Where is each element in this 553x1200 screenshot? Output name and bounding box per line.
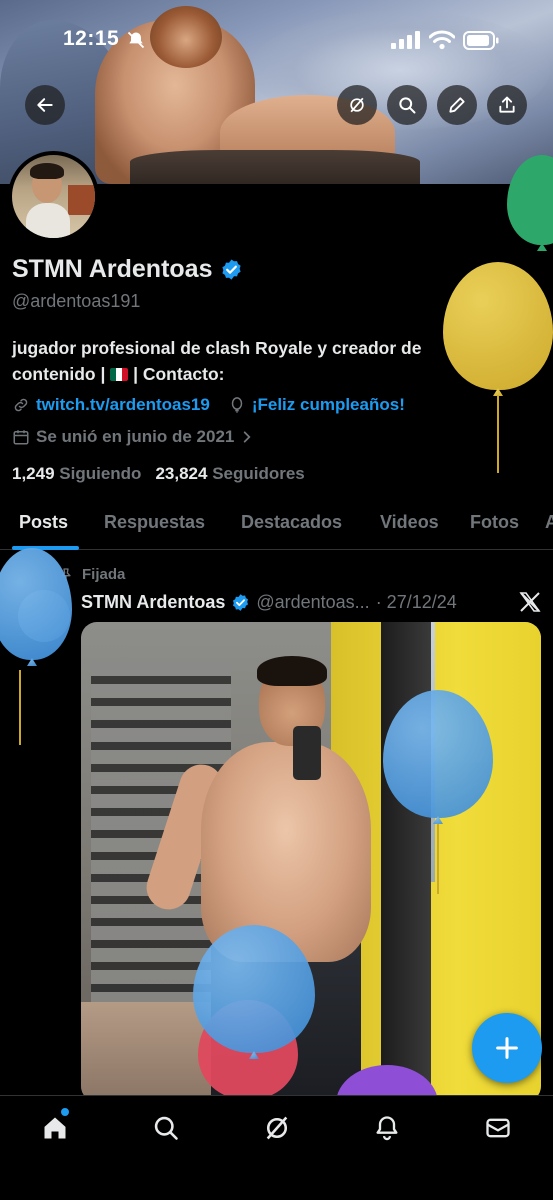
following-count: 1,249 xyxy=(12,464,55,483)
link-icon xyxy=(14,398,28,412)
mexico-flag-icon xyxy=(110,368,129,381)
mail-icon xyxy=(486,1118,510,1138)
back-button[interactable] xyxy=(25,85,65,125)
nav-grok[interactable] xyxy=(262,1113,292,1143)
status-time: 12:15 xyxy=(63,27,120,50)
followers-count: 23,824 xyxy=(155,464,208,483)
compose-button[interactable] xyxy=(472,1013,542,1083)
profile-link[interactable]: twitch.tv/ardentoas19 xyxy=(36,395,210,415)
pinned-indicator: Fijada xyxy=(58,566,125,583)
bottom-navigation xyxy=(0,1095,553,1200)
bell-muted-icon xyxy=(127,31,145,49)
share-icon xyxy=(499,96,515,113)
avatar-hair xyxy=(30,163,64,179)
verified-badge-icon[interactable] xyxy=(220,258,243,281)
tab-destacados[interactable]: Destacados xyxy=(241,512,342,533)
profile-bio: jugador profesional de clash Royale y cr… xyxy=(12,335,492,387)
profile-avatar[interactable] xyxy=(8,151,99,242)
balloon-blue-bottom xyxy=(193,925,315,1053)
balloon-blue-center xyxy=(383,690,493,818)
following-label: Siguiendo xyxy=(59,464,142,483)
followers-label: Seguidores xyxy=(212,464,305,483)
follow-counts: 1,249 Siguiendo 23,824 Seguidores xyxy=(12,464,305,484)
post-image[interactable] xyxy=(81,622,541,1102)
calendar-icon xyxy=(13,430,29,445)
post-date[interactable]: · 27/12/24 xyxy=(376,592,457,613)
image-person-torso xyxy=(201,742,371,962)
home-icon xyxy=(44,1117,66,1139)
balloon-blue-center-string xyxy=(437,824,439,894)
image-phone xyxy=(293,726,321,780)
wifi-icon xyxy=(429,30,455,50)
post-author-handle[interactable]: @ardentoas... xyxy=(256,592,369,613)
home-notification-dot xyxy=(61,1108,69,1116)
banner-rock xyxy=(130,150,420,184)
balloon-blue-left-string xyxy=(19,670,21,745)
joined-row[interactable]: Se unió en junio de 2021 xyxy=(12,427,254,447)
image-person-hair xyxy=(257,656,327,686)
nav-home[interactable] xyxy=(40,1113,70,1143)
balloon-icon xyxy=(231,397,243,413)
balloon-blue-left xyxy=(0,548,72,660)
profile-meta-row: twitch.tv/ardentoas19 ¡Feliz cumpleaños! xyxy=(12,395,405,415)
edit-button[interactable] xyxy=(437,85,477,125)
search-icon xyxy=(399,97,416,114)
nav-messages[interactable] xyxy=(483,1113,513,1143)
search-button[interactable] xyxy=(387,85,427,125)
chevron-right-icon xyxy=(244,431,251,443)
arrow-left-icon xyxy=(37,98,53,112)
avatar-background-shelf xyxy=(68,185,95,215)
bio-line-2-end: | Contacto: xyxy=(128,364,225,384)
birthday-text[interactable]: ¡Feliz cumpleaños! xyxy=(252,395,405,415)
profile-name: STMN Ardentoas xyxy=(12,255,213,283)
bio-line-2: contenido | | Contacto: xyxy=(12,361,492,387)
pinned-label: Fijada xyxy=(82,566,126,583)
nav-notifications[interactable] xyxy=(372,1113,402,1143)
tab-more-partial[interactable]: A xyxy=(545,512,553,533)
post-author-name[interactable]: STMN Ardentoas xyxy=(81,592,225,613)
bell-icon xyxy=(376,1116,398,1141)
profile-name-row: STMN Ardentoas xyxy=(12,255,243,284)
profile-handle: @ardentoas191 xyxy=(12,291,141,311)
grok-icon xyxy=(266,1116,288,1140)
tab-respuestas[interactable]: Respuestas xyxy=(104,512,205,533)
avatar-shirt xyxy=(26,203,70,238)
tab-posts[interactable]: Posts xyxy=(19,512,68,533)
balloon-yellow xyxy=(443,262,553,390)
cellular-signal-icon xyxy=(391,31,420,49)
grok-icon xyxy=(350,97,364,113)
tab-fotos[interactable]: Fotos xyxy=(470,512,519,533)
tab-videos[interactable]: Videos xyxy=(380,512,439,533)
balloon-yellow-string xyxy=(497,395,499,473)
profile-tabs: Posts Respuestas Destacados Videos Fotos… xyxy=(0,500,553,550)
followers-link[interactable]: 23,824 Seguidores xyxy=(155,464,304,484)
nav-search[interactable] xyxy=(151,1113,181,1143)
joined-text: Se unió en junio de 2021 xyxy=(36,427,235,446)
share-button[interactable] xyxy=(487,85,527,125)
pencil-icon xyxy=(449,97,465,113)
grok-button[interactable] xyxy=(337,85,377,125)
verified-badge-icon xyxy=(233,594,249,611)
search-icon xyxy=(154,1116,178,1140)
bio-line-2-start: contenido | xyxy=(12,364,111,384)
following-link[interactable]: 1,249 Siguiendo xyxy=(12,464,141,484)
x-logo-icon[interactable] xyxy=(518,590,542,614)
bio-line-1: jugador profesional de clash Royale y cr… xyxy=(12,338,422,358)
status-bar: 12:15 xyxy=(0,27,553,57)
plus-icon xyxy=(496,1037,518,1059)
battery-icon xyxy=(463,31,499,50)
post-header: STMN Ardentoas @ardentoas... · 27/12/24 xyxy=(81,592,457,613)
